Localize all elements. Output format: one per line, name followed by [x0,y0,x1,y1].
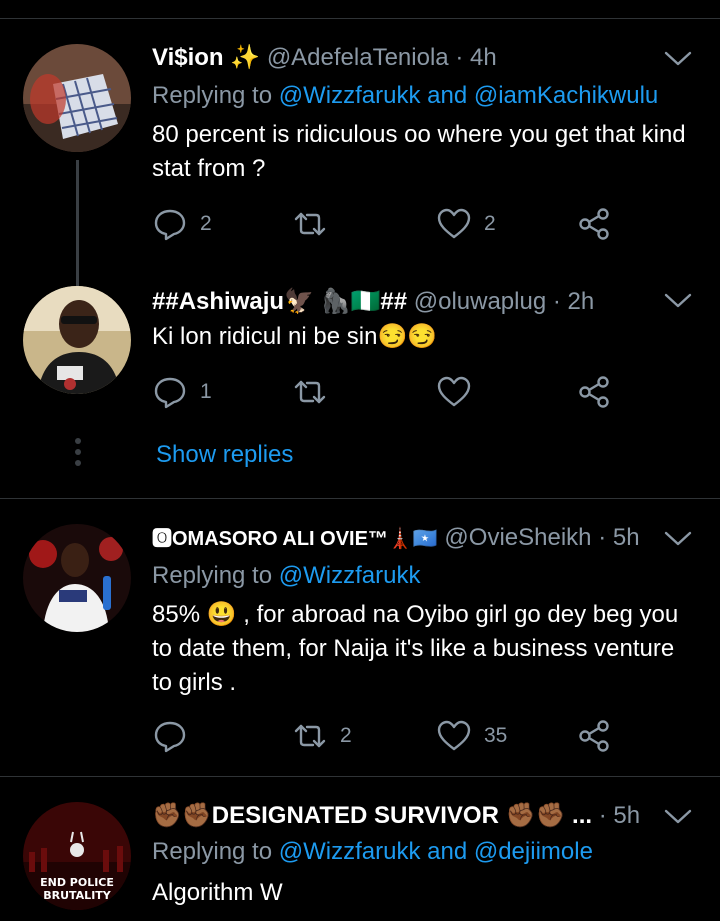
thread-line [76,282,79,286]
tweet-1[interactable]: Vi$ion ✨ @AdefelaTeniola · 4h Replying t… [0,40,720,282]
divider [0,776,720,777]
tweet-text: 85% 😃 , for abroad na Oyibo girl go dey … [152,601,679,696]
tweet-header: 🅾OMASORO ALI OVIE™🗼🇸🇴 @OvieSheikh · 5h [152,520,660,556]
timestamp[interactable]: 5h [613,524,640,551]
display-name[interactable]: 🅾OMASORO ALI OVIE™🗼🇸🇴 [152,528,438,550]
reply-count: 1 [200,380,212,403]
replying-to: Replying to @Wizzfarukk [152,562,421,589]
svg-text:BRUTALITY: BRUTALITY [43,889,112,902]
mention-link[interactable]: @Wizzfarukk [279,562,421,589]
timestamp[interactable]: 4h [470,44,497,71]
reply-count: 2 [200,212,212,235]
mention-link[interactable]: @Wizzfarukk [279,82,421,109]
retweet-button[interactable] [292,204,340,244]
timestamp[interactable]: 2h [568,288,595,315]
tweet-header: Vi$ion ✨ @AdefelaTeniola · 4h [152,40,660,76]
retweet-button[interactable]: 2 [292,716,352,756]
replying-to: Replying to @Wizzfarukk and @dejiimole [152,838,593,865]
retweet-button[interactable] [292,372,340,412]
tweet-2[interactable]: ##Ashiwaju🦅 🦍🇳🇬## @oluwaplug · 2h Ki lon… [0,282,720,422]
handle[interactable]: @oluwaplug [414,288,546,315]
share-icon [579,208,609,240]
separator-dot: · [552,288,561,315]
like-button[interactable] [436,372,484,412]
display-name[interactable]: Vi$ion ✨ [152,44,260,71]
reply-icon [154,209,186,241]
thread-dots [74,438,82,468]
top-divider [0,18,720,19]
thread-line [76,160,79,282]
display-name[interactable]: ##Ashiwaju🦅 🦍🇳🇬## [152,288,407,315]
like-count: 2 [484,212,496,235]
retweet-icon [294,724,326,748]
share-button[interactable] [576,716,612,756]
retweet-icon [294,380,326,404]
tweet-3[interactable]: 🅾OMASORO ALI OVIE™🗼🇸🇴 @OvieSheikh · 5h R… [0,520,720,770]
avatar[interactable] [23,44,131,152]
chevron-down-icon[interactable] [660,44,696,74]
mention-link[interactable]: @Wizzfarukk [279,838,421,865]
mention-link[interactable]: @dejiimole [474,838,593,865]
timestamp[interactable]: 5h [613,802,640,829]
share-button[interactable] [576,204,612,244]
tweet-text: Algorithm W [152,879,283,906]
heart-icon [437,376,471,407]
avatar[interactable]: END POLICE BRUTALITY [23,802,131,910]
replying-and[interactable]: and [420,838,473,865]
reply-icon [154,721,186,753]
tweet-actions: 2 2 [152,204,632,244]
mention-link[interactable]: @iamKachikwulu [474,82,658,109]
separator-dot: · [455,44,464,71]
reply-button[interactable]: 2 [152,204,212,244]
handle[interactable]: @AdefelaTeniola [267,44,449,71]
chevron-down-icon[interactable] [660,802,696,832]
share-button[interactable] [576,372,612,412]
share-icon [579,720,609,752]
heart-icon [437,720,471,751]
like-count: 35 [484,724,508,747]
display-name[interactable]: ✊🏾✊🏾DESIGNATED SURVIVOR ✊🏾✊🏾 ... [152,802,592,829]
divider [0,498,720,499]
tweet-actions: 1 [152,372,632,412]
retweet-icon [294,212,326,236]
avatar[interactable] [23,286,131,394]
chevron-down-icon[interactable] [660,524,696,554]
tweet-header: ✊🏾✊🏾DESIGNATED SURVIVOR ✊🏾✊🏾 ... · 5h [152,798,660,834]
tweet-actions: 2 35 [152,716,632,756]
avatar[interactable] [23,524,131,632]
separator-dot: · [598,802,607,829]
avatar-text: END POLICE [40,876,114,889]
share-icon [579,376,609,408]
replying-and[interactable]: and [420,82,473,109]
tweet-text: 80 percent is ridiculous oo where you ge… [152,121,686,182]
chevron-down-icon[interactable] [660,286,696,316]
reply-icon [154,377,186,409]
tweet-header: ##Ashiwaju🦅 🦍🇳🇬## @oluwaplug · 2h [152,284,660,320]
tweet-text: Ki lon ridicul ni be sin😏😏 [152,323,438,350]
replying-to: Replying to @Wizzfarukk and @iamKachikwu… [152,82,659,109]
separator-dot: · [598,524,607,551]
reply-button[interactable] [152,716,200,756]
like-button[interactable]: 35 [436,716,507,756]
reply-button[interactable]: 1 [152,372,212,412]
like-button[interactable]: 2 [436,204,496,244]
retweet-count: 2 [340,724,352,747]
heart-icon [437,208,471,239]
handle[interactable]: @OvieSheikh [444,524,591,551]
show-replies-link[interactable]: Show replies [156,438,293,472]
tweet-4[interactable]: END POLICE BRUTALITY ✊🏾✊🏾DESIGNATED SURV… [0,798,720,921]
